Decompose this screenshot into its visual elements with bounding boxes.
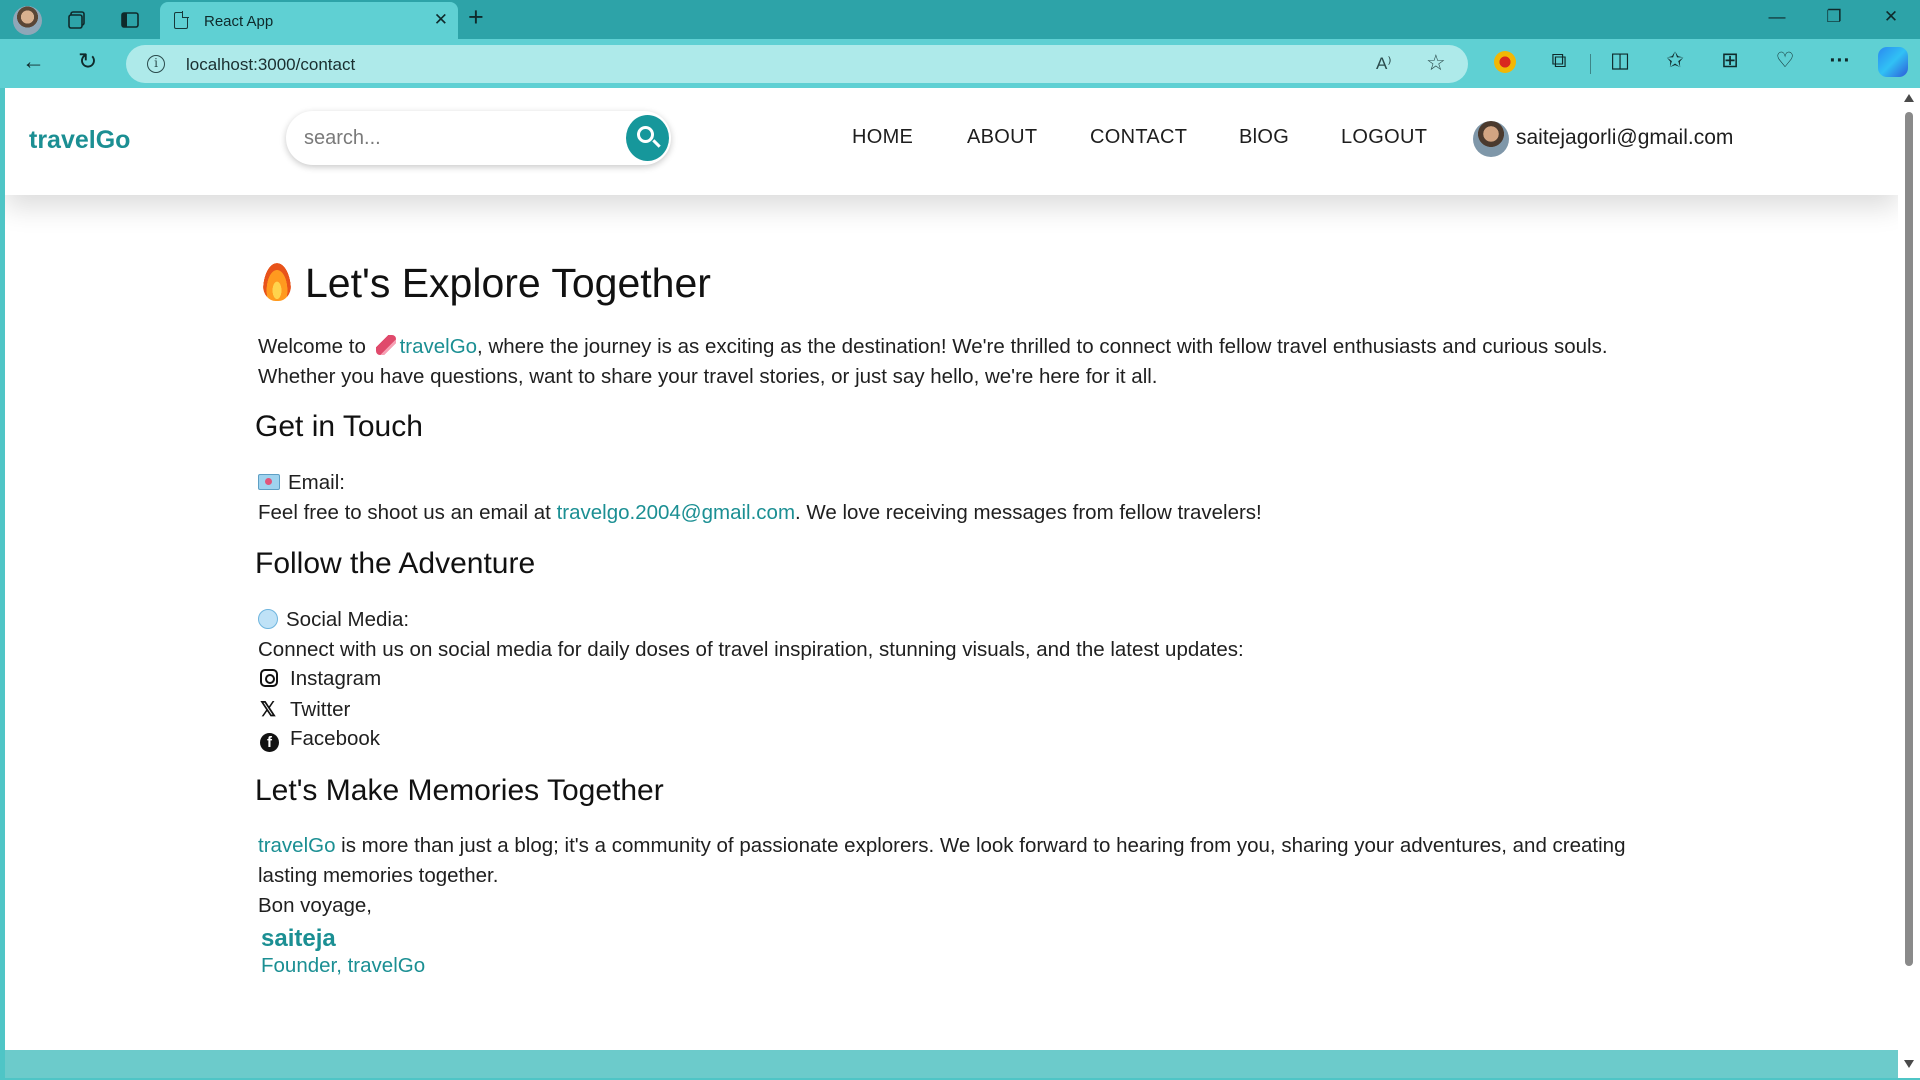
email-paragraph: Feel free to shoot us an email at travel… — [258, 498, 1648, 528]
scroll-up-icon[interactable] — [1904, 94, 1914, 102]
favorite-star-icon[interactable]: ☆ — [1426, 52, 1446, 74]
page-content: Let's Explore Together Welcome to travel… — [5, 88, 1898, 1078]
social-label: Social Media: — [286, 608, 410, 631]
nav-contact[interactable]: CONTACT — [1090, 126, 1187, 149]
signature-role: Founder, travelGo — [261, 954, 426, 977]
memories-text: is more than just a blog; it's a communi… — [258, 834, 1626, 887]
reload-icon[interactable]: ↻ — [78, 50, 97, 73]
user-email[interactable]: saitejagorli@gmail.com — [1516, 126, 1733, 150]
follow-heading: Follow the Adventure — [255, 547, 536, 580]
email-post: . We love receiving messages from fellow… — [795, 501, 1262, 524]
address-bar[interactable]: i localhost:3000/contact A⁾ ☆ — [126, 45, 1468, 83]
search-input[interactable] — [304, 124, 594, 152]
social-paragraph: Connect with us on social media for dail… — [258, 638, 1244, 661]
intro-pre: Welcome to — [258, 335, 366, 358]
page-icon — [174, 11, 189, 29]
workspaces-icon[interactable] — [63, 6, 91, 34]
more-menu-icon[interactable]: ··· — [1826, 50, 1854, 71]
instagram-icon — [260, 669, 278, 687]
intro-paragraph: Welcome to travelGo, where the journey i… — [258, 332, 1648, 392]
instagram-label[interactable]: Instagram — [290, 667, 381, 690]
search-icon-handle — [652, 139, 661, 148]
closing-line: Bon voyage, — [258, 894, 372, 917]
nav-blog[interactable]: BlOG — [1239, 126, 1289, 149]
page-viewport: Let's Explore Together Welcome to travel… — [5, 88, 1898, 1078]
profile-avatar-icon[interactable] — [13, 6, 42, 35]
browser-tab-bar: React App ✕ + — ❐ ✕ — [0, 0, 1920, 39]
browser-toolbar: ← ↻ i localhost:3000/contact A⁾ ☆ ⧉ ◫ ✩ … — [0, 39, 1920, 88]
toolbar-divider — [1590, 54, 1591, 74]
email-label: Email: — [288, 471, 345, 494]
rocket-emoji-icon — [375, 335, 396, 355]
copilot-icon[interactable] — [1878, 47, 1908, 77]
scroll-thumb[interactable] — [1905, 112, 1913, 966]
nav-logout[interactable]: LOGOUT — [1341, 126, 1427, 149]
email-pre: Feel free to shoot us an email at — [258, 501, 551, 524]
user-avatar[interactable] — [1473, 121, 1509, 157]
new-tab-icon[interactable]: + — [468, 4, 484, 31]
tab-actions-icon[interactable] — [116, 6, 144, 34]
envelope-emoji-icon — [258, 474, 280, 490]
memories-heading: Let's Make Memories Together — [255, 774, 664, 807]
globe-emoji-icon — [258, 609, 278, 629]
tab-title: React App — [204, 13, 274, 30]
email-link[interactable]: travelgo.2004@gmail.com — [557, 501, 795, 524]
close-window-icon[interactable]: ✕ — [1866, 7, 1916, 27]
minimize-icon[interactable]: — — [1752, 7, 1802, 27]
site-header: travelGo HOME ABOUT CONTACT BlOG LOGOUT … — [5, 88, 1898, 195]
extensions-icon[interactable]: ⧉ — [1545, 50, 1573, 71]
facebook-icon: f — [260, 733, 279, 752]
facebook-link[interactable]: f Facebook — [260, 727, 380, 752]
page-title: Let's Explore Together — [263, 260, 711, 307]
collections-icon[interactable]: ⊞ — [1716, 50, 1744, 71]
signature-name: saiteja — [261, 925, 336, 952]
search-bar — [286, 111, 671, 165]
intro-brand-link[interactable]: travelGo — [400, 335, 477, 358]
fire-emoji-icon — [263, 263, 291, 301]
brand-logo[interactable]: travelGo — [29, 126, 130, 155]
tab-react-app[interactable]: React App ✕ — [160, 2, 458, 39]
footer — [5, 1050, 1898, 1078]
nav-about[interactable]: ABOUT — [967, 126, 1037, 149]
nav-home[interactable]: HOME — [852, 126, 913, 149]
page-title-text: Let's Explore Together — [305, 260, 711, 306]
back-icon[interactable]: ← — [22, 50, 45, 73]
get-in-touch-heading: Get in Touch — [255, 410, 423, 443]
favorites-icon[interactable]: ✩ — [1661, 50, 1689, 71]
email-label-line: Email: — [258, 468, 1648, 498]
twitter-label[interactable]: Twitter — [290, 698, 350, 721]
site-info-icon[interactable]: i — [147, 55, 165, 73]
url-text[interactable]: localhost:3000/contact — [186, 55, 355, 75]
tab-close-icon[interactable]: ✕ — [434, 11, 448, 28]
social-label-line: Social Media: — [258, 605, 1648, 635]
memories-paragraph: travelGo is more than just a blog; it's … — [258, 831, 1648, 891]
memories-brand-link[interactable]: travelGo — [258, 834, 335, 857]
x-twitter-icon: 𝕏 — [260, 699, 277, 721]
page-scrollbar[interactable] — [1898, 88, 1920, 1078]
browser-essentials-icon[interactable]: ♡ — [1771, 50, 1799, 71]
search-button[interactable] — [626, 115, 669, 161]
split-screen-icon[interactable]: ◫ — [1606, 50, 1634, 71]
restore-icon[interactable]: ❐ — [1809, 7, 1859, 27]
facebook-label[interactable]: Facebook — [290, 727, 380, 750]
instagram-link[interactable]: Instagram — [260, 667, 381, 691]
twitter-link[interactable]: 𝕏 Twitter — [260, 697, 350, 722]
read-aloud-icon[interactable]: A⁾ — [1376, 55, 1392, 72]
scroll-down-icon[interactable] — [1904, 1060, 1914, 1068]
extension-icon[interactable] — [1494, 51, 1516, 73]
